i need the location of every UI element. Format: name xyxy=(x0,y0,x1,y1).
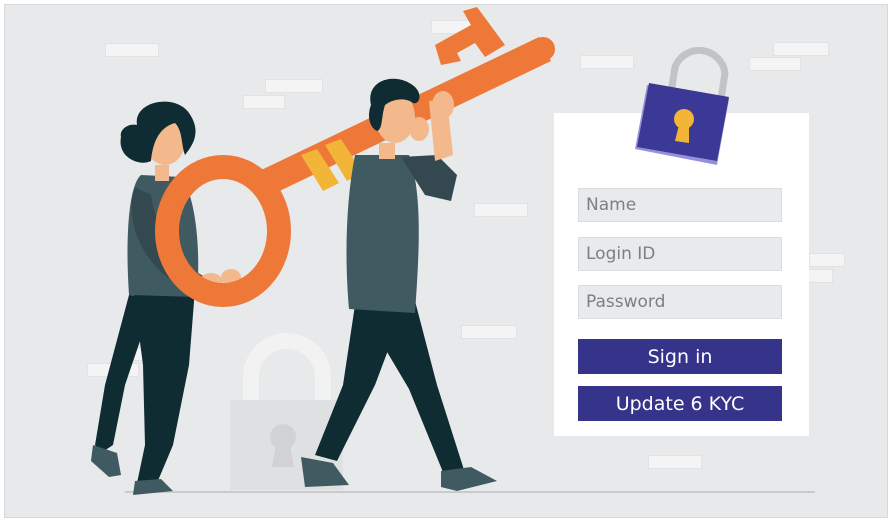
sign-in-button[interactable]: Sign in xyxy=(578,339,782,374)
login-illustration-panel: Name Login ID Password Sign in Update 6 … xyxy=(4,4,888,518)
update-kyc-button[interactable]: Update 6 KYC xyxy=(578,386,782,421)
password-field[interactable]: Password xyxy=(578,285,782,319)
padlock-icon xyxy=(635,46,729,165)
login-id-field[interactable]: Login ID xyxy=(578,237,782,271)
name-field[interactable]: Name xyxy=(578,188,782,222)
